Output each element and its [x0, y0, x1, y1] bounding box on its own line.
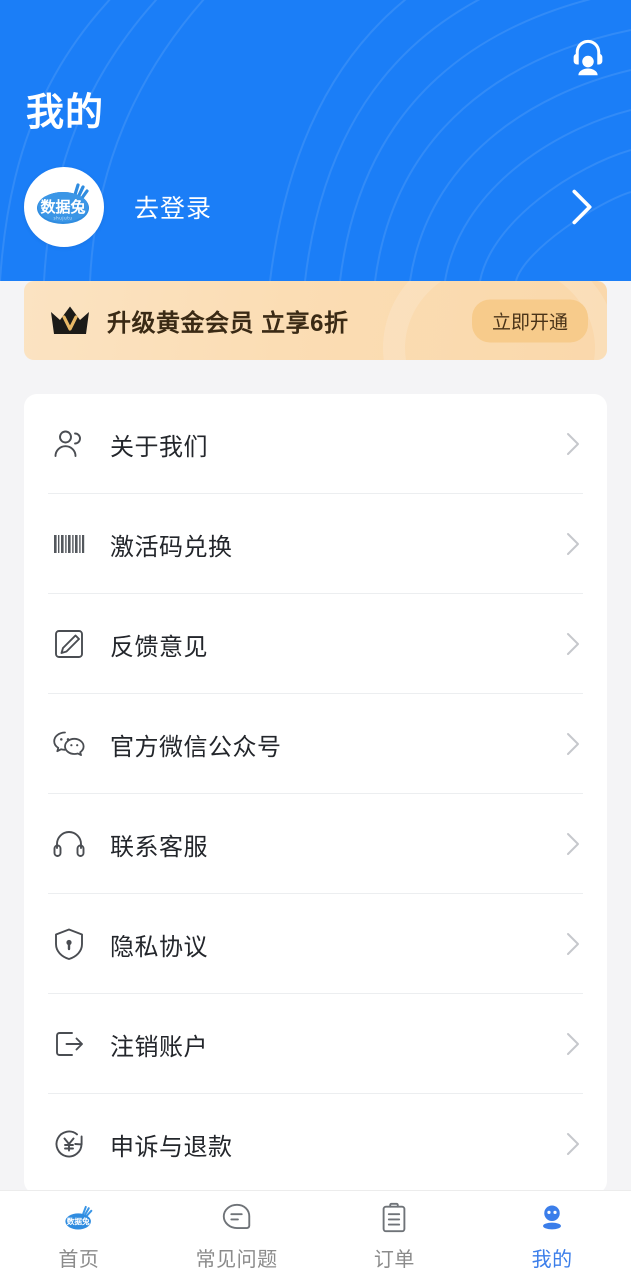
brand-rabbit-logo-icon: 数据兔	[61, 1200, 97, 1236]
wechat-icon	[50, 725, 88, 763]
menu-item-appeal-refund[interactable]: 申诉与退款	[24, 1094, 607, 1194]
profile-login-row[interactable]: 数据兔 shujutu 去登录	[24, 167, 607, 247]
page-header: 我的 数据兔 shujutu 去登录	[0, 0, 631, 281]
menu-item-label: 激活码兑换	[110, 533, 233, 561]
svg-text:shujutu: shujutu	[53, 216, 72, 221]
menu-item-label: 关于我们	[110, 433, 208, 461]
user-group-icon	[50, 425, 88, 463]
menu-item-about-us[interactable]: 关于我们	[24, 394, 607, 494]
vip-activate-button[interactable]: 立即开通	[471, 299, 588, 342]
menu-item-contact-support[interactable]: 联系客服	[24, 794, 607, 894]
header-chevron-right-icon[interactable]	[569, 187, 595, 227]
edit-pencil-icon	[50, 625, 88, 663]
barcode-icon	[50, 525, 88, 563]
vip-banner-text: 升级黄金会员 立享6折	[107, 310, 349, 337]
nav-item-orders[interactable]: 订单	[316, 1191, 474, 1280]
nav-item-label: 我的	[531, 1248, 573, 1271]
menu-item-label: 联系客服	[110, 833, 208, 861]
nav-item-label: 常见问题	[195, 1248, 278, 1271]
svg-text:数据兔: 数据兔	[40, 198, 85, 216]
settings-menu-card: 关于我们 激活码兑换 反馈意见 官方微信公众号 联系客服 隐私协议 注销账户 申…	[24, 394, 607, 1194]
vip-upgrade-banner[interactable]: 升级黄金会员 立享6折 立即开通	[24, 281, 607, 360]
menu-item-label: 注销账户	[110, 1033, 208, 1061]
chevron-right-icon	[567, 933, 579, 955]
nav-item-home[interactable]: 数据兔 首页	[0, 1191, 158, 1280]
menu-item-label: 申诉与退款	[110, 1133, 233, 1161]
menu-item-activation-code[interactable]: 激活码兑换	[24, 494, 607, 594]
clipboard-icon	[376, 1200, 412, 1236]
menu-item-delete-account[interactable]: 注销账户	[24, 994, 607, 1094]
app-root: 我的 数据兔 shujutu 去登录 升级黄金会员 立享6折 立即开通 关于我们…	[0, 0, 631, 1280]
chevron-right-icon	[567, 433, 579, 455]
person-icon	[534, 1200, 570, 1236]
menu-item-label: 反馈意见	[110, 633, 208, 661]
yen-refund-icon	[50, 1125, 88, 1163]
logout-icon	[50, 1025, 88, 1063]
menu-item-label: 隐私协议	[110, 933, 208, 961]
speech-bubble-icon	[219, 1200, 255, 1236]
chevron-right-icon	[567, 733, 579, 755]
menu-item-label: 官方微信公众号	[110, 733, 282, 761]
nav-item-faq[interactable]: 常见问题	[158, 1191, 316, 1280]
chevron-right-icon	[567, 1033, 579, 1055]
chevron-right-icon	[567, 833, 579, 855]
brand-rabbit-logo-icon: 数据兔 shujutu	[37, 183, 89, 224]
menu-item-privacy-policy[interactable]: 隐私协议	[24, 894, 607, 994]
nav-item-label: 首页	[58, 1248, 100, 1271]
nav-item-profile[interactable]: 我的	[473, 1191, 631, 1280]
menu-item-wechat-official[interactable]: 官方微信公众号	[24, 694, 607, 794]
login-label: 去登录	[134, 195, 213, 223]
chevron-right-icon	[567, 533, 579, 555]
shield-lock-icon	[50, 925, 88, 963]
crown-vip-icon	[51, 306, 89, 334]
chevron-right-icon	[567, 633, 579, 655]
headphones-icon	[50, 825, 88, 863]
headset-customer-service-icon[interactable]	[567, 36, 609, 78]
nav-item-label: 订单	[373, 1248, 415, 1271]
svg-text:数据兔: 数据兔	[67, 1216, 90, 1226]
menu-item-feedback[interactable]: 反馈意见	[24, 594, 607, 694]
bottom-navigation-bar: 数据兔 首页 常见问题 订单 我的	[0, 1190, 631, 1280]
chevron-right-icon	[567, 1133, 579, 1155]
avatar: 数据兔 shujutu	[24, 167, 104, 247]
page-title: 我的	[26, 92, 105, 134]
